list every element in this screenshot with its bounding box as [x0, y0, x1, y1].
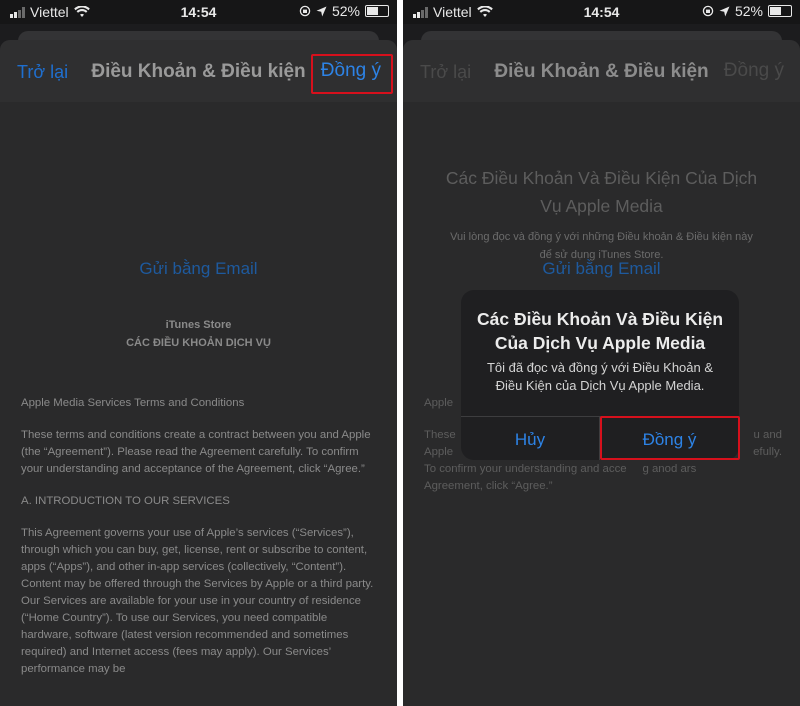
send-by-email-link[interactable]: Gửi bằng Email [0, 259, 397, 279]
battery-percent: 52% [734, 3, 763, 19]
location-arrow-icon [316, 6, 327, 16]
terms-section-heading: A. INTRODUCTION TO OUR SERVICES [21, 495, 230, 507]
rotation-lock-icon [702, 5, 714, 17]
agree-button[interactable]: Đồng ý [724, 60, 784, 82]
terms-paragraph: Apple Media Services Terms and Condition… [21, 397, 245, 409]
nav-bar: Trở lại Điều Khoản & Điều kiện Đồng ý [403, 40, 800, 102]
terms-fragment: u and [753, 429, 782, 441]
send-by-email-link[interactable]: Gửi bằng Email [403, 259, 800, 279]
status-bar: Viettel 14:54 52% [403, 0, 800, 24]
dialog-agree-highlight-box [600, 416, 740, 460]
dialog-cancel-button[interactable]: Hủy [461, 430, 599, 450]
rotation-lock-icon [299, 5, 311, 17]
terms-fragment: efully. [753, 446, 782, 458]
location-arrow-icon [719, 6, 730, 16]
left-screenshot: Viettel 14:54 52% Trở lại Điều Khoản & Đ… [0, 0, 397, 706]
status-bar: Viettel 14:54 52% [0, 0, 397, 24]
battery-percent: 52% [331, 3, 360, 19]
document-title: Các Điều Khoản Và Điều Kiện Của Dịch Vụ … [445, 168, 758, 216]
agree-highlight-box [311, 54, 393, 94]
battery-icon [768, 5, 792, 17]
terms-fragment: Agreement, click “Agree.” [424, 480, 553, 492]
terms-sheet: Trở lại Điều Khoản & Điều kiện Đồng ý Gử… [0, 40, 397, 706]
terms-fragment: To confirm your understanding and acce g… [424, 463, 697, 475]
terms-paragraph: These terms and conditions create a cont… [21, 429, 371, 475]
battery-icon [365, 5, 389, 17]
store-name: iTunes Store [165, 319, 232, 331]
store-terms-heading: CÁC ĐIỀU KHOẢN DỊCH VỤ [126, 337, 271, 349]
right-screenshot: Viettel 14:54 52% Trở lại Điều Khoản & Đ… [403, 0, 800, 706]
dialog-title: Các Điều Khoản Và Điều Kiện Của Dịch Vụ … [476, 309, 724, 353]
terms-fragment: These [424, 429, 456, 441]
terms-body: Apple Media Services Terms and Condition… [21, 395, 379, 678]
terms-paragraph: This Agreement governs your use of Apple… [21, 527, 374, 675]
dialog-message: Tôi đã đọc và đồng ý với Điều Khoản & Đi… [486, 360, 714, 393]
terms-fragment: Apple [424, 446, 454, 458]
